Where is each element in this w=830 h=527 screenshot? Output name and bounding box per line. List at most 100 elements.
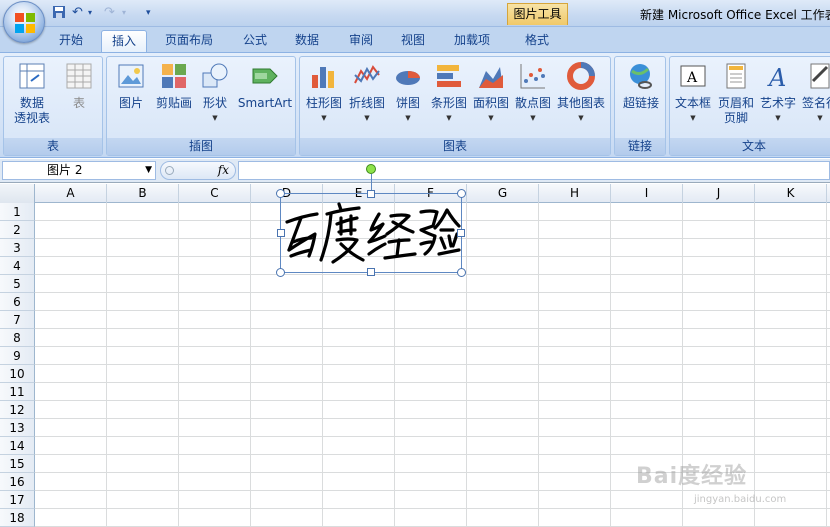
tab-insert[interactable]: 插入 — [101, 30, 147, 52]
column-chart-button[interactable]: 柱形图 ▼ — [302, 61, 346, 126]
group-table: 数据 透视表 表 表 — [3, 56, 103, 156]
row-header-14[interactable]: 14 — [0, 437, 35, 455]
row-header-4[interactable]: 4 — [0, 257, 35, 275]
redo-icon[interactable]: ↷ — [104, 5, 115, 21]
rotate-handle[interactable] — [366, 164, 376, 174]
row-header-15[interactable]: 15 — [0, 455, 35, 473]
row-header-5[interactable]: 5 — [0, 275, 35, 293]
clipart-button[interactable]: 剪贴画 — [151, 61, 197, 111]
window-title: 新建 Microsoft Office Excel 工作表 — [640, 8, 830, 22]
signature-line-button[interactable]: 签名行 ▼ — [798, 61, 830, 126]
name-box-dropdown-icon[interactable]: ▼ — [145, 162, 152, 179]
tab-review[interactable]: 审阅 — [338, 30, 384, 52]
scatter-chart-icon — [520, 64, 545, 89]
scatter-chart-button[interactable]: 散点图 ▼ — [512, 61, 554, 126]
ribbon-tabs: 开始 插入 页面布局 公式 数据 审阅 视图 加载项 格式 — [0, 27, 830, 52]
column-header-h[interactable]: H — [539, 184, 611, 203]
name-box[interactable]: 图片 2 ▼ — [2, 161, 156, 180]
signature-line-icon — [810, 63, 830, 89]
row-header-18[interactable]: 18 — [0, 509, 35, 527]
wordart-button[interactable]: A 艺术字 ▼ — [758, 61, 798, 126]
group-illustrations: 图片 剪贴画 形状 ▼ SmartArt 插图 — [106, 56, 296, 156]
select-all-corner[interactable] — [0, 184, 35, 203]
office-button[interactable] — [3, 1, 45, 43]
line-chart-button[interactable]: 折线图 ▼ — [346, 61, 388, 126]
pie-chart-button[interactable]: 饼图 ▼ — [388, 61, 428, 126]
row-header-13[interactable]: 13 — [0, 419, 35, 437]
other-charts-button[interactable]: 其他图表 ▼ — [554, 61, 608, 126]
column-header-a[interactable]: A — [35, 184, 107, 203]
row-header-11[interactable]: 11 — [0, 383, 35, 401]
resize-handle-bottom-right[interactable] — [457, 268, 466, 277]
office-logo-icon — [15, 13, 35, 33]
tab-data[interactable]: 数据 — [284, 30, 330, 52]
column-header-k[interactable]: K — [755, 184, 827, 203]
undo-dropdown-icon[interactable]: ▾ — [88, 5, 92, 21]
column-header-c[interactable]: C — [179, 184, 251, 203]
ribbon: 数据 透视表 表 表 图片 剪贴画 形状 ▼ SmartArt 插图 柱形图 ▼… — [0, 52, 830, 158]
tab-formulas[interactable]: 公式 — [232, 30, 278, 52]
column-header-g[interactable]: G — [467, 184, 539, 203]
row-header-8[interactable]: 8 — [0, 329, 35, 347]
hyperlink-button[interactable]: 超链接 — [617, 61, 665, 111]
area-chart-button[interactable]: 面积图 ▼ — [470, 61, 512, 126]
row-header-3[interactable]: 3 — [0, 239, 35, 257]
gridline — [466, 203, 467, 527]
smartart-button[interactable]: SmartArt — [235, 61, 295, 111]
header-footer-icon — [726, 63, 746, 89]
row-header-17[interactable]: 17 — [0, 491, 35, 509]
resize-handle-top-right[interactable] — [457, 189, 466, 198]
header-footer-button[interactable]: 页眉和 页脚 — [714, 61, 758, 126]
gridline — [35, 490, 830, 491]
resize-handle-left[interactable] — [277, 229, 285, 237]
resize-handle-right[interactable] — [457, 229, 465, 237]
line-chart-icon — [354, 65, 380, 84]
inserted-picture[interactable] — [276, 189, 466, 277]
tab-page-layout[interactable]: 页面布局 — [155, 30, 223, 52]
shapes-button[interactable]: 形状 ▼ — [197, 61, 233, 126]
save-icon[interactable] — [52, 5, 66, 21]
undo-icon[interactable]: ↶ — [72, 5, 83, 21]
gridline — [610, 203, 611, 527]
svg-text:A: A — [686, 70, 698, 86]
pivot-table-button[interactable]: 数据 透视表 — [6, 61, 58, 126]
resize-handle-bottom[interactable] — [367, 268, 375, 276]
gridline — [35, 436, 830, 437]
row-header-10[interactable]: 10 — [0, 365, 35, 383]
row-header-9[interactable]: 9 — [0, 347, 35, 365]
textbox-button[interactable]: A 文本框 ▼ — [672, 61, 714, 126]
row-header-12[interactable]: 12 — [0, 401, 35, 419]
tab-format[interactable]: 格式 — [512, 30, 562, 52]
resize-handle-top[interactable] — [367, 190, 375, 198]
insert-function-button[interactable]: fx — [160, 161, 236, 180]
row-header-16[interactable]: 16 — [0, 473, 35, 491]
bar-chart-button[interactable]: 条形图 ▼ — [428, 61, 470, 126]
bar-chart-icon — [437, 65, 461, 87]
tab-addins[interactable]: 加载项 — [444, 30, 500, 52]
group-links-title: 链接 — [615, 138, 665, 155]
customize-qat-icon[interactable]: ▾ — [146, 5, 151, 21]
resize-handle-top-left[interactable] — [276, 189, 285, 198]
smartart-icon — [252, 68, 278, 84]
column-header-b[interactable]: B — [107, 184, 179, 203]
redo-dropdown-icon[interactable]: ▾ — [122, 5, 126, 21]
dropdown-arrow-icon: ▼ — [212, 114, 218, 122]
picture-tools-contextual-tab: 图片工具 — [507, 3, 568, 25]
formula-input[interactable] — [238, 161, 830, 180]
row-header-7[interactable]: 7 — [0, 311, 35, 329]
tab-home[interactable]: 开始 — [48, 30, 94, 52]
row-header-2[interactable]: 2 — [0, 221, 35, 239]
resize-handle-bottom-left[interactable] — [276, 268, 285, 277]
baidu-jingyan-watermark: Bai度经验 — [636, 464, 748, 489]
group-charts-title: 图表 — [300, 138, 610, 155]
name-box-value: 图片 2 — [47, 163, 83, 177]
row-header-6[interactable]: 6 — [0, 293, 35, 311]
tab-view[interactable]: 视图 — [390, 30, 436, 52]
picture-button[interactable]: 图片 — [111, 61, 151, 111]
column-header-j[interactable]: J — [683, 184, 755, 203]
row-header-1[interactable]: 1 — [0, 203, 35, 221]
gridline — [178, 203, 179, 527]
column-header-i[interactable]: I — [611, 184, 683, 203]
group-text: A 文本框 ▼ 页眉和 页脚 A 艺术字 ▼ 签名行 ▼ 文本 — [669, 56, 830, 156]
table-button[interactable]: 表 — [56, 61, 102, 111]
